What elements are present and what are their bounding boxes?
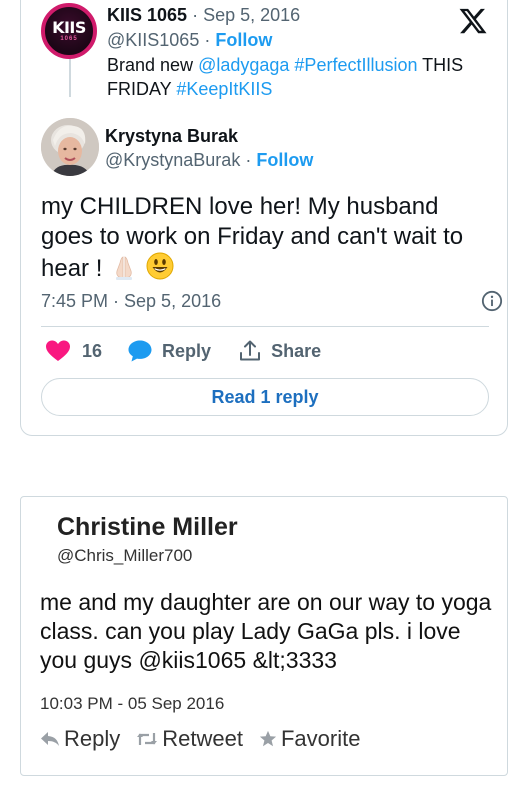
reply-arrow-icon — [41, 732, 59, 746]
reply-separator: · — [245, 150, 252, 170]
tweet-actions: 16 Reply Share — [41, 329, 321, 373]
kiis-logo-text: KIIS — [52, 17, 86, 37]
speech-bubble-icon — [128, 340, 152, 362]
embed-favorite-label: Favorite — [280, 726, 361, 751]
embed-reply-label: Reply — [64, 726, 121, 751]
like-button[interactable]: 16 — [46, 340, 102, 362]
embed-author-handle[interactable]: @Chris_Miller700 — [57, 545, 192, 567]
legacy-tweet-card: Christine Miller @Chris_Miller700 me and… — [20, 496, 508, 776]
parent-handle-row: @KIIS1065 · Follow — [107, 30, 273, 50]
reply-author-name[interactable]: Krystyna Burak — [105, 124, 238, 148]
parent-text-prefix: Brand new — [107, 55, 199, 75]
parent-handle[interactable]: @KIIS1065 — [107, 30, 199, 50]
thread-line — [69, 55, 71, 97]
parent-name[interactable]: KIIS 1065 — [107, 5, 187, 25]
embed-retweet-button[interactable]: Retweet — [136, 726, 243, 752]
embed-reply-button[interactable]: Reply — [40, 726, 120, 752]
reply-tweet-text: my CHILDREN love her! My husband goes to… — [41, 192, 489, 284]
share-upload-icon — [240, 340, 261, 361]
reply-handle[interactable]: @KrystynaBurak — [105, 150, 240, 170]
info-icon[interactable] — [481, 290, 503, 312]
folded-hands-emoji-icon — [116, 256, 133, 280]
reply-button[interactable]: Reply — [128, 340, 211, 362]
reply-text-body: my CHILDREN love her! My husband goes to… — [41, 193, 464, 282]
embed-author-name[interactable]: Christine Miller — [57, 511, 238, 543]
embed-actions: Reply Retweet Favorite — [40, 726, 376, 752]
embed-tweet-text: me and my daughter are on our way to yog… — [40, 589, 492, 673]
tweet-embed-card: KIIS 1065 KIIS 1065 · Sep 5, 2016 @KIIS1… — [20, 0, 508, 436]
smiley-emoji-icon — [146, 252, 174, 280]
reply-handle-row: @KrystynaBurak · Follow — [105, 148, 313, 172]
parent-follow-button[interactable]: Follow — [215, 30, 272, 50]
reply-follow-button[interactable]: Follow — [256, 150, 313, 170]
parent-date[interactable]: Sep 5, 2016 — [203, 5, 300, 25]
read-replies-button[interactable]: Read 1 reply — [41, 378, 489, 416]
hashtag-perfectillusion[interactable]: #PerfectIllusion — [294, 55, 417, 75]
x-logo-icon[interactable] — [457, 6, 489, 36]
embed-retweet-label: Retweet — [162, 726, 243, 751]
header-separator: · — [192, 5, 199, 25]
reply-timestamp[interactable]: 7:45 PM · Sep 5, 2016 — [41, 289, 221, 313]
kiis-logo-sub: 1065 — [60, 35, 78, 42]
divider — [41, 326, 489, 327]
avatar-kiis1065[interactable]: KIIS 1065 — [41, 3, 97, 59]
retweet-icon — [137, 733, 158, 745]
star-icon — [259, 730, 277, 747]
mention-ladygaga[interactable]: @ladygaga — [198, 55, 289, 75]
share-button[interactable]: Share — [239, 340, 321, 362]
parent-tweet-text: Brand new @ladygaga #PerfectIllusion THI… — [107, 53, 497, 101]
parent-header: KIIS 1065 · Sep 5, 2016 — [107, 3, 300, 27]
hashtag-keepitkiis[interactable]: #KeepItKIIS — [176, 79, 272, 99]
heart-icon — [46, 340, 70, 361]
share-label: Share — [271, 340, 322, 361]
avatar-krystyna[interactable] — [41, 118, 99, 176]
reply-label: Reply — [162, 340, 212, 361]
like-count: 16 — [82, 340, 103, 361]
embed-timestamp[interactable]: 10:03 PM - 05 Sep 2016 — [40, 693, 224, 715]
embed-favorite-button[interactable]: Favorite — [259, 726, 360, 752]
